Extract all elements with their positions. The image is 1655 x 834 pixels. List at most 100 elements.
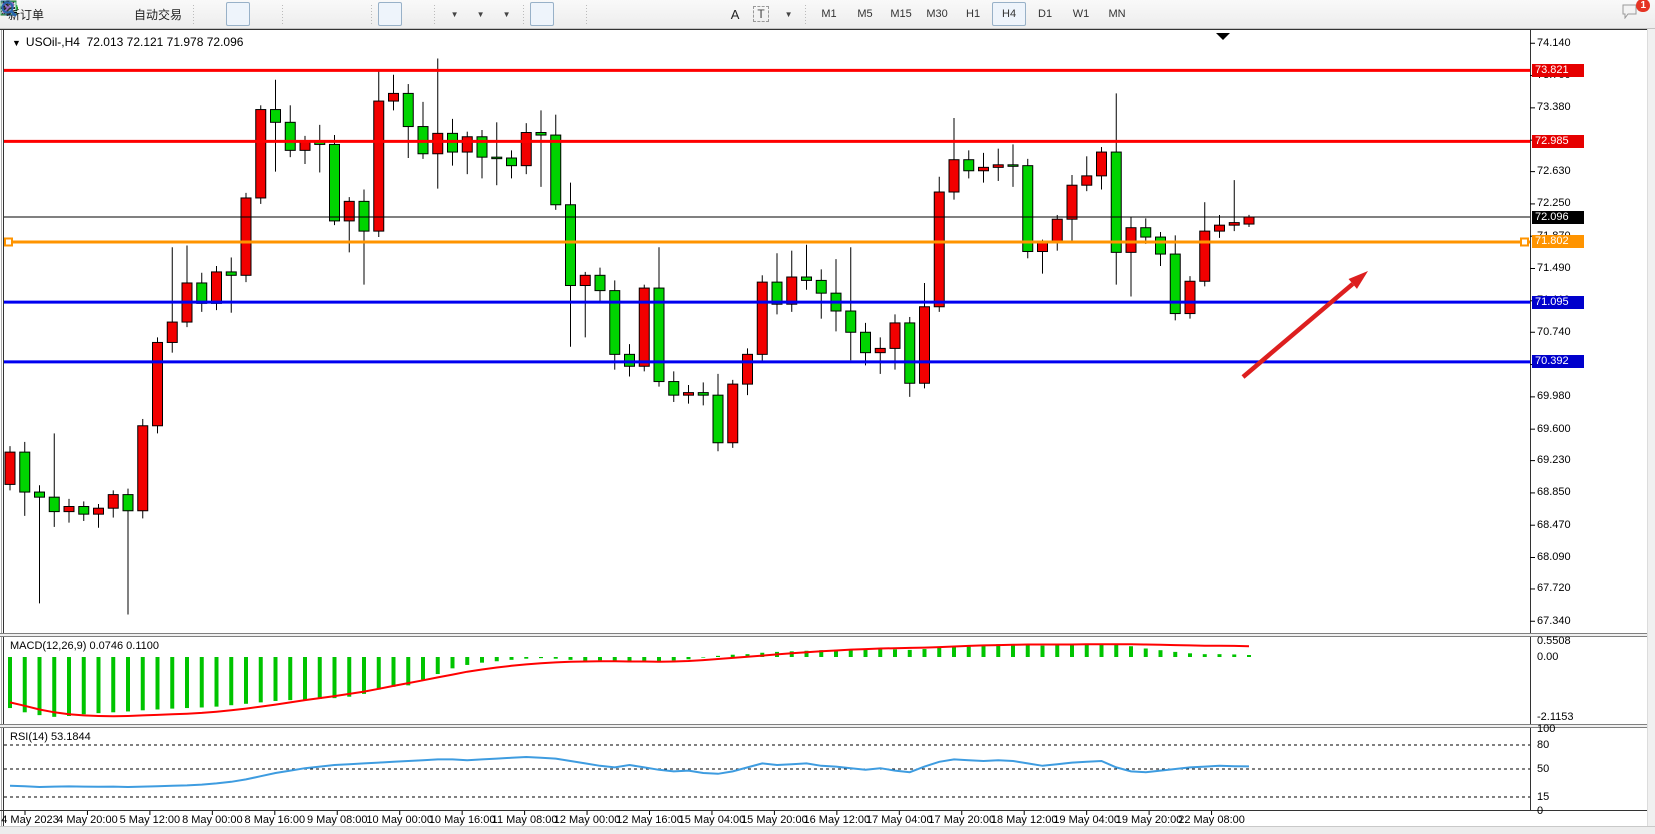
price-axis-label: 67.340	[1537, 615, 1571, 627]
candle-body	[625, 354, 635, 366]
rsi-scale-label: 80	[1537, 739, 1549, 751]
macd-histogram-bar	[908, 650, 912, 657]
candle	[5, 446, 15, 490]
candle	[153, 337, 163, 433]
candle-body	[861, 332, 871, 352]
price-axis-label: 72.250	[1537, 197, 1571, 209]
candle-body	[1229, 223, 1239, 226]
candle-body	[1008, 165, 1018, 167]
candle	[580, 272, 590, 337]
macd-signal-line	[10, 644, 1249, 716]
price-axis-label: 72.630	[1537, 165, 1571, 177]
candle-body	[521, 133, 531, 166]
time-axis-label: 8 May 16:00	[245, 814, 306, 826]
price-axis-label: 74.140	[1537, 37, 1571, 49]
candle-body	[536, 133, 546, 136]
price-axis-label: 73.380	[1537, 101, 1571, 113]
macd-histogram-bar	[642, 657, 646, 661]
candle	[993, 149, 1003, 181]
rsi-scale-label: 0	[1537, 805, 1543, 817]
macd-histogram-bar	[347, 657, 351, 697]
macd-histogram-bar	[1218, 654, 1222, 657]
candle	[1156, 232, 1166, 266]
candle-body	[330, 144, 340, 221]
macd-histogram-bar	[111, 657, 115, 712]
candle	[35, 485, 45, 603]
macd-histogram-bar	[185, 657, 189, 708]
candle-body	[890, 323, 900, 349]
candle	[684, 385, 694, 404]
macd-histogram-bar	[554, 657, 558, 659]
candle-body	[477, 137, 487, 157]
candle-body	[639, 288, 649, 366]
candle	[625, 344, 635, 376]
candle-body	[462, 137, 472, 152]
macd-histogram-bar	[731, 655, 735, 657]
candle-body	[920, 307, 930, 384]
candle-body	[1097, 152, 1107, 176]
symbol-period-label: USOil-,H4	[26, 35, 80, 49]
time-axis-label: 17 May 20:00	[928, 814, 995, 826]
candle-body	[1023, 166, 1033, 252]
candle-body	[595, 275, 605, 290]
candle	[433, 59, 443, 189]
candle	[861, 323, 871, 366]
time-axis-label: 12 May 00:00	[554, 814, 621, 826]
candle	[492, 122, 502, 185]
macd-histogram-bar	[97, 657, 101, 713]
candle	[49, 433, 59, 526]
macd-histogram-bar	[524, 657, 528, 659]
candle-body	[875, 348, 885, 352]
candle	[816, 269, 826, 318]
candle	[920, 283, 930, 388]
candle	[610, 280, 620, 369]
time-axis-label: 11 May 08:00	[492, 814, 558, 826]
candle-body	[713, 395, 723, 443]
price-axis-label: 67.720	[1537, 582, 1571, 594]
time-axis-label: 22 May 08:00	[1178, 814, 1245, 826]
chart-area[interactable]	[0, 0, 1655, 834]
price-axis-label: 71.490	[1537, 262, 1571, 274]
candle	[507, 150, 517, 178]
macd-histogram-bar	[495, 657, 499, 661]
macd-histogram-bar	[141, 657, 145, 710]
hline-handle[interactable]	[1521, 238, 1528, 245]
candle	[654, 247, 664, 386]
candle-body	[108, 495, 118, 509]
candle	[743, 348, 753, 395]
candle	[241, 193, 251, 282]
macd-scale-label: -2.1153	[1537, 711, 1574, 723]
macd-histogram-bar	[244, 657, 248, 704]
candle	[389, 75, 399, 111]
macd-histogram-bar	[274, 657, 278, 701]
candle-body	[816, 280, 826, 293]
macd-histogram-bar	[583, 657, 587, 661]
time-axis-label: 8 May 00:00	[182, 814, 243, 826]
candle	[315, 125, 325, 173]
macd-histogram-bar	[38, 657, 42, 715]
candle	[477, 130, 487, 178]
candle-body	[433, 133, 443, 153]
candle	[64, 499, 74, 523]
candle-body	[934, 192, 944, 307]
candle	[197, 273, 207, 312]
macd-histogram-bar	[569, 657, 573, 660]
macd-histogram-bar	[259, 657, 263, 702]
collapse-ohlc-icon[interactable]: ▼	[12, 38, 21, 48]
time-axis-label: 16 May 12:00	[804, 814, 871, 826]
price-axis-label: 70.740	[1537, 326, 1571, 338]
rsi-scale-label: 15	[1537, 791, 1549, 803]
macd-histogram-bar	[878, 649, 882, 657]
candle	[1067, 175, 1077, 242]
hline-handle[interactable]	[5, 238, 12, 245]
candle-body	[1200, 231, 1210, 281]
rsi-layer	[4, 745, 1530, 797]
candle-body	[1111, 152, 1121, 252]
macd-histogram-bar	[288, 657, 292, 700]
price-axis-label: 69.600	[1537, 423, 1571, 435]
candle-body	[964, 160, 974, 171]
candle	[1126, 217, 1136, 297]
rsi-line	[10, 757, 1249, 787]
candle-body	[728, 384, 738, 443]
candle	[551, 115, 561, 210]
